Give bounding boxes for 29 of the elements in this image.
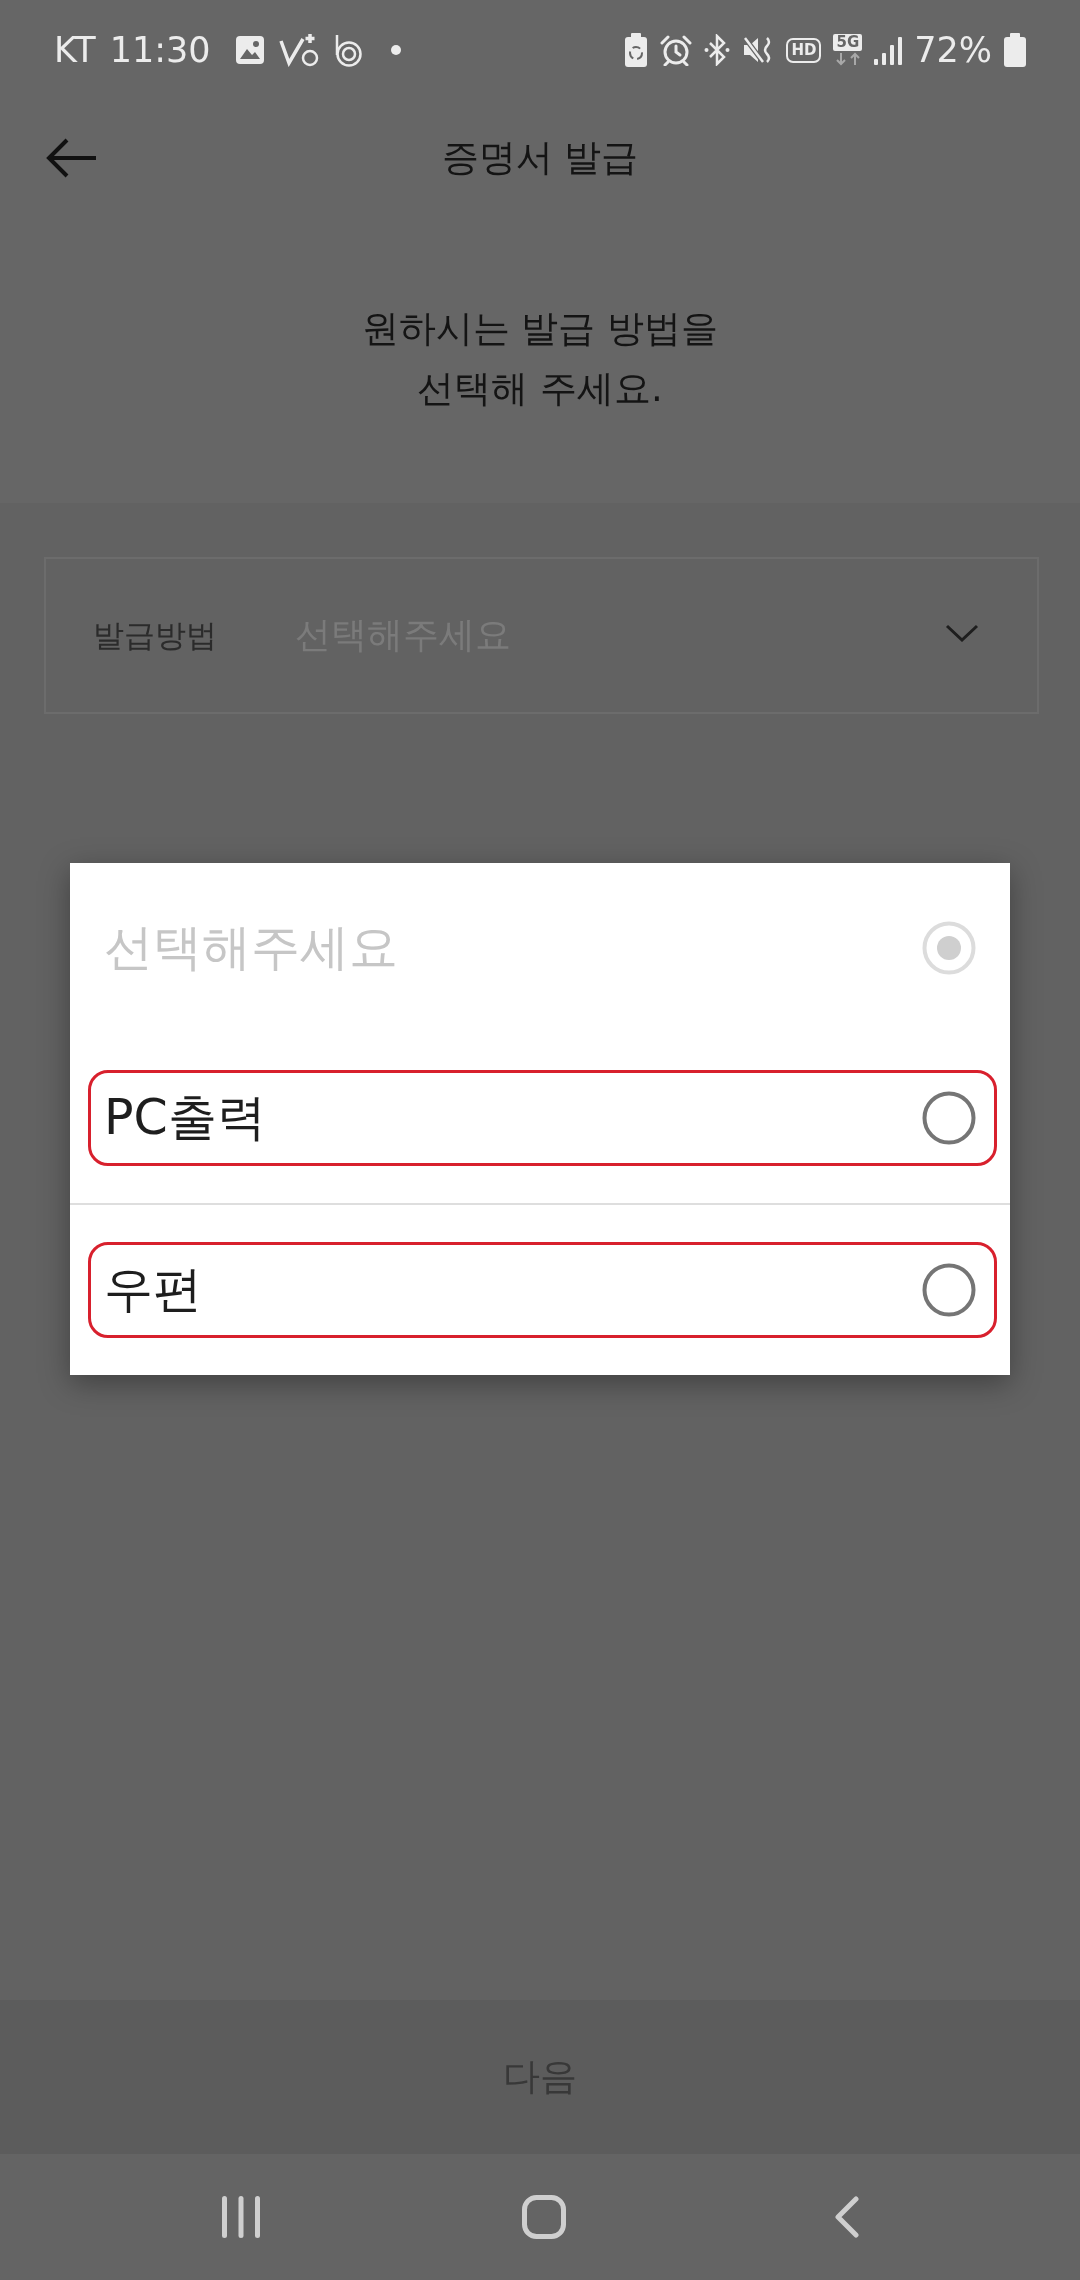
back-icon[interactable] xyxy=(834,2196,860,2238)
field-label: 발급방법 xyxy=(93,615,218,655)
home-icon[interactable] xyxy=(522,2195,566,2239)
option-label: 우편 xyxy=(104,1260,202,1320)
hd-voice-badge: HD xyxy=(786,37,822,63)
network-type-label: 5G xyxy=(833,34,863,51)
check-badge-icon xyxy=(278,33,319,67)
battery-icon xyxy=(1004,33,1026,67)
page-title: 증명서 발급 xyxy=(441,134,639,181)
carrier-name: KT xyxy=(54,32,96,68)
option-label: PC출력 xyxy=(104,1088,266,1148)
option-label: 선택해주세요 xyxy=(104,918,398,978)
clock-time: 11:30 xyxy=(109,32,211,68)
battery-percent: 72% xyxy=(914,32,992,68)
radio-icon[interactable] xyxy=(922,1263,976,1317)
option-item[interactable]: 우편 xyxy=(88,1242,997,1338)
recents-icon[interactable] xyxy=(222,2196,260,2238)
chevron-down-icon xyxy=(945,623,979,642)
battery-saver-icon xyxy=(624,33,649,67)
bluetooth-icon xyxy=(704,34,731,66)
signal-icon xyxy=(874,35,903,65)
instruction-text: 원하시는 발급 방법을 선택해 주세요. xyxy=(361,306,719,412)
data-arrows-icon xyxy=(833,52,862,66)
option-item[interactable]: PC출력 xyxy=(88,1070,997,1166)
back-arrow-icon[interactable] xyxy=(45,136,97,179)
radio-icon[interactable] xyxy=(922,1091,976,1145)
image-icon xyxy=(234,35,265,65)
dot-icon xyxy=(390,45,401,55)
alarm-icon xyxy=(660,34,693,66)
